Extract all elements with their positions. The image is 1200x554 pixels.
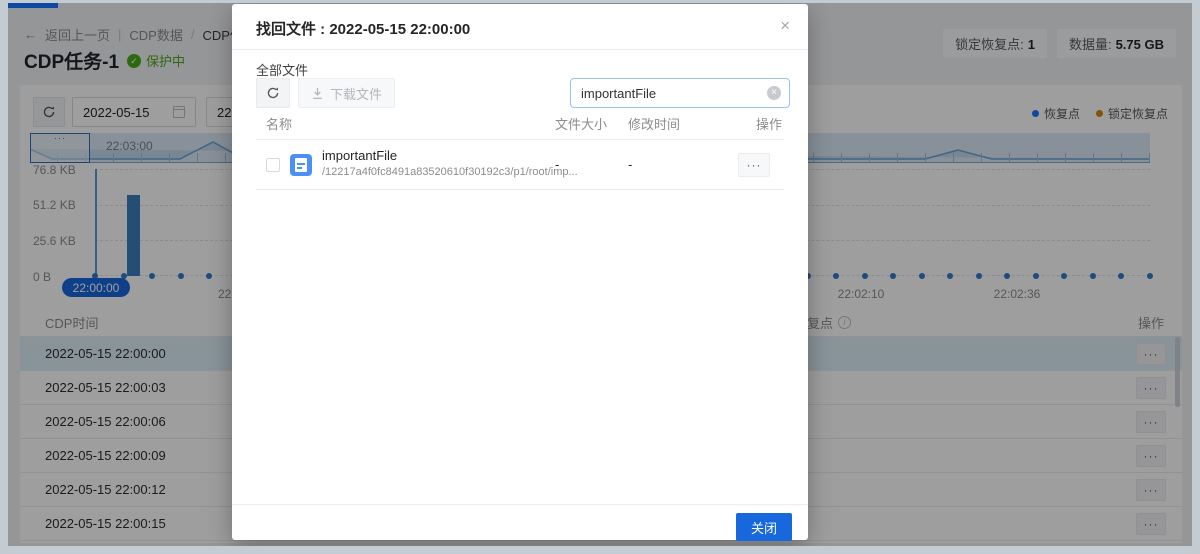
app-window: ← 返回上一页 | CDP数据 / CDP任务-1 CDP任务-1 ✓ 保护中 … [8, 3, 1192, 546]
download-icon [311, 87, 324, 100]
file-name: importantFile [322, 148, 397, 163]
file-actions-button[interactable]: ··· [738, 153, 770, 177]
file-checkbox[interactable] [266, 158, 280, 172]
file-mtime-cell: - [628, 157, 632, 172]
file-size-cell: - [555, 157, 559, 172]
modal-header: 找回文件 : 2022-05-15 22:00:00 × [232, 4, 808, 50]
col-file-name: 名称 [266, 114, 292, 133]
close-icon[interactable]: × [780, 16, 790, 36]
col-file-size: 文件大小 [555, 114, 607, 133]
file-icon [290, 154, 312, 176]
file-path: /12217a4f0fc8491a83520610f30192c3/p1/roo… [322, 166, 542, 178]
modal-footer: 关闭 [232, 504, 808, 540]
clear-search-icon[interactable]: × [767, 86, 781, 100]
search-input[interactable] [581, 86, 767, 101]
file-table-header: 名称 文件大小 修改时间 操作 [256, 114, 784, 140]
file-row[interactable]: importantFile /12217a4f0fc8491a83520610f… [256, 140, 784, 190]
file-recovery-modal: 找回文件 : 2022-05-15 22:00:00 × 全部文件 下载文件 ×… [232, 4, 808, 540]
file-search-box: × [570, 78, 790, 108]
col-file-action: 操作 [756, 114, 782, 133]
refresh-icon [266, 86, 280, 100]
download-file-button[interactable]: 下载文件 [298, 78, 395, 108]
modal-title: 找回文件 : 2022-05-15 22:00:00 [256, 18, 470, 39]
col-file-mtime: 修改时间 [628, 114, 680, 133]
modal-refresh-button[interactable] [256, 78, 290, 108]
all-files-label: 全部文件 [256, 60, 308, 79]
close-modal-button[interactable]: 关闭 [736, 513, 792, 541]
